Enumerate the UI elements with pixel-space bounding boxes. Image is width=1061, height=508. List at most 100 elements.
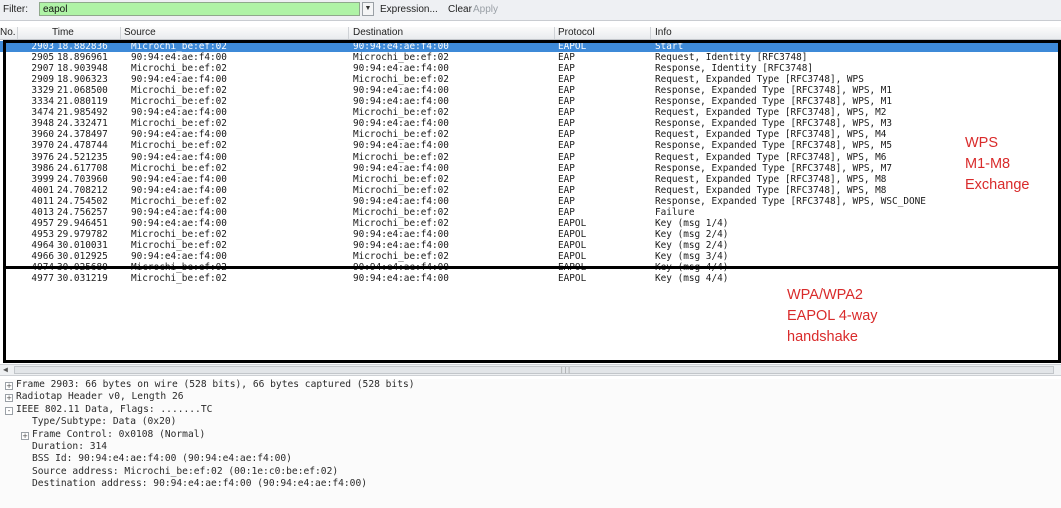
cell-destination: Microchi_be:ef:02 (353, 173, 449, 185)
column-header-time[interactable]: Time (52, 27, 74, 39)
cell-time: 18.906323 (57, 74, 108, 86)
table-row[interactable]: 4011 24.754502 Microchi_be:ef:02 90:94:e4:a… (0, 196, 1061, 207)
packet-details-pane[interactable]: + Frame 2903: 66 bytes on wire (528 bits)… (0, 379, 1061, 508)
table-row[interactable]: 4001 24.708212 90:94:e4:ae:f4:00 Microchi_b… (0, 185, 1061, 196)
detail-row[interactable]: + Frame Control: 0x0108 (Normal) (21, 429, 205, 441)
cell-protocol: EAP (558, 118, 575, 130)
cell-info: Request, Expanded Type [RFC3748], WPS (655, 74, 864, 86)
apply-button[interactable]: Apply (473, 4, 498, 15)
cell-source: Microchi_be:ef:02 (131, 118, 227, 130)
cell-no: 3976 (31, 151, 54, 163)
column-header-info[interactable]: Info (655, 27, 672, 39)
detail-text: Destination address: 90:94:e4:ae:f4:00 (… (32, 478, 368, 490)
table-row[interactable]: 2905 18.896961 90:94:e4:ae:f4:00 Microchi_b… (0, 52, 1061, 63)
cell-source: Microchi_be:ef:02 (131, 63, 227, 75)
detail-row[interactable]: + Frame 2903: 66 bytes on wire (528 bits)… (5, 379, 415, 391)
cell-destination: 90:94:e4:ae:f4:00 (353, 140, 449, 152)
cell-info: Response, Identity [RFC3748] (655, 63, 814, 75)
cell-time: 24.617708 (57, 162, 108, 174)
cell-source: 90:94:e4:ae:f4:00 (131, 52, 227, 64)
cell-protocol: EAP (558, 107, 575, 119)
table-row[interactable]: 4957 29.946451 90:94:e4:ae:f4:00 Microchi_b… (0, 218, 1061, 229)
cell-info: Request, Expanded Type [RFC3748], WPS, M… (655, 151, 887, 163)
cell-source: Microchi_be:ef:02 (131, 41, 227, 52)
cell-no: 4957 (31, 217, 54, 229)
expand-icon[interactable]: + (5, 394, 13, 403)
annotation-line: Exchange (965, 177, 1030, 193)
table-row[interactable]: 3474 21.985492 90:94:e4:ae:f4:00 Microchi_b… (0, 107, 1061, 118)
cell-destination: 90:94:e4:ae:f4:00 (353, 228, 449, 240)
cell-info: Request, Expanded Type [RFC3748], WPS, M… (655, 173, 887, 185)
packet-list[interactable]: 2903 18.882836 Microchi_be:ef:02 90:94:e4:a… (0, 40, 1061, 364)
cell-time: 18.896961 (57, 52, 108, 64)
table-row[interactable]: 3986 24.617708 Microchi_be:ef:02 90:94:e4:a… (0, 163, 1061, 174)
cell-no: 2905 (31, 52, 54, 64)
column-header-protocol[interactable]: Protocol (558, 27, 595, 39)
column-divider[interactable] (554, 27, 555, 39)
cell-source: Microchi_be:ef:02 (131, 273, 227, 285)
column-divider[interactable] (17, 27, 18, 39)
detail-text: Duration: 314 (32, 441, 108, 452)
table-row[interactable]: 4013 24.756257 90:94:e4:ae:f4:00 Microchi_b… (0, 207, 1061, 218)
cell-info: Key (msg 4/4) (655, 273, 729, 285)
cell-info: Request, Expanded Type [RFC3748], WPS, M… (655, 184, 887, 196)
cell-protocol: EAP (558, 140, 575, 152)
expression-button[interactable]: Expression... (380, 4, 438, 15)
cell-destination: 90:94:e4:ae:f4:00 (353, 41, 449, 52)
filter-input[interactable] (39, 2, 360, 16)
cell-no: 3334 (31, 96, 54, 108)
table-row[interactable]: 3334 21.080119 Microchi_be:ef:02 90:94:e4:a… (0, 96, 1061, 107)
detail-text: Type/Subtype: Data (0x20) (32, 416, 177, 428)
column-header-destination[interactable]: Destination (353, 27, 403, 39)
cell-protocol: EAP (558, 206, 575, 218)
expand-icon[interactable]: + (5, 382, 13, 390)
table-row[interactable]: 4977 30.031219 Microchi_be:ef:02 90:94:e4:a… (0, 273, 1061, 284)
table-row[interactable]: 3999 24.703960 90:94:e4:ae:f4:00 Microchi_b… (0, 174, 1061, 185)
column-header-no[interactable]: No. (0, 27, 16, 39)
detail-row[interactable]: + Radiotap Header v0, Length 26 (5, 391, 184, 403)
cell-time: 24.756257 (57, 206, 108, 218)
cell-time: 21.068500 (57, 85, 108, 97)
detail-row[interactable]: Type/Subtype: Data (0x20) (32, 416, 176, 428)
chevron-down-icon[interactable]: ▼ (362, 2, 374, 16)
table-row[interactable]: 3976 24.521235 90:94:e4:ae:f4:00 Microchi_b… (0, 152, 1061, 163)
table-row[interactable]: 4966 30.012925 90:94:e4:ae:f4:00 Microchi_b… (0, 251, 1061, 262)
cell-destination: Microchi_be:ef:02 (353, 107, 449, 119)
column-divider[interactable] (120, 27, 121, 39)
cell-source: 90:94:e4:ae:f4:00 (131, 184, 227, 196)
detail-row[interactable]: - IEEE 802.11 Data, Flags: .......TC (5, 404, 212, 416)
table-row[interactable]: 2903 18.882836 Microchi_be:ef:02 90:94:e4:a… (0, 41, 1061, 52)
table-row[interactable]: 4953 29.979782 Microchi_be:ef:02 90:94:e4:a… (0, 229, 1061, 240)
detail-row[interactable]: Destination address: 90:94:e4:ae:f4:00 (… (32, 478, 367, 490)
collapse-icon[interactable]: - (5, 406, 13, 415)
scrollbar-thumb[interactable]: ||| (14, 366, 1054, 374)
table-row[interactable]: 3970 24.478744 Microchi_be:ef:02 90:94:e4:a… (0, 140, 1061, 151)
cell-time: 24.332471 (57, 118, 108, 130)
column-header-source[interactable]: Source (124, 27, 156, 39)
cell-protocol: EAPOL (558, 41, 587, 52)
table-row[interactable]: 2907 18.903948 Microchi_be:ef:02 90:94:e4:a… (0, 63, 1061, 74)
cell-time: 29.979782 (57, 228, 108, 240)
column-divider[interactable] (348, 27, 349, 39)
cell-info: Start (655, 41, 684, 52)
clear-button[interactable]: Clear (448, 4, 472, 15)
scroll-left-icon[interactable]: ◀ (3, 365, 8, 375)
table-row[interactable]: 3960 24.378497 90:94:e4:ae:f4:00 Microchi_b… (0, 129, 1061, 140)
detail-row[interactable]: BSS Id: 90:94:e4:ae:f4:00 (90:94:e4:ae:f… (32, 453, 292, 465)
cell-no: 2909 (31, 74, 54, 86)
table-row[interactable]: 3329 21.068500 Microchi_be:ef:02 90:94:e4:a… (0, 85, 1061, 96)
cell-protocol: EAP (558, 85, 575, 97)
table-row[interactable]: 4964 30.010031 Microchi_be:ef:02 90:94:e4:a… (0, 240, 1061, 251)
packet-list-scrollbar[interactable]: ◀ ||| (0, 364, 1061, 376)
cell-protocol: EAP (558, 151, 575, 163)
expand-icon[interactable]: + (21, 431, 29, 440)
cell-destination: Microchi_be:ef:02 (353, 74, 449, 86)
detail-row[interactable]: Source address: Microchi_be:ef:02 (00:1e… (32, 466, 338, 478)
table-row[interactable]: 2909 18.906323 90:94:e4:ae:f4:00 Microchi_b… (0, 74, 1061, 85)
column-divider[interactable] (650, 27, 651, 39)
table-row[interactable]: 3948 24.332471 Microchi_be:ef:02 90:94:e4:a… (0, 118, 1061, 129)
detail-row[interactable]: Duration: 314 (32, 441, 107, 453)
cell-info: Key (msg 4/4) (655, 262, 729, 273)
cell-no: 3999 (31, 173, 54, 185)
table-row[interactable]: 4974 30.025680 Microchi_be:ef:02 90:94:e4:a… (0, 262, 1061, 273)
